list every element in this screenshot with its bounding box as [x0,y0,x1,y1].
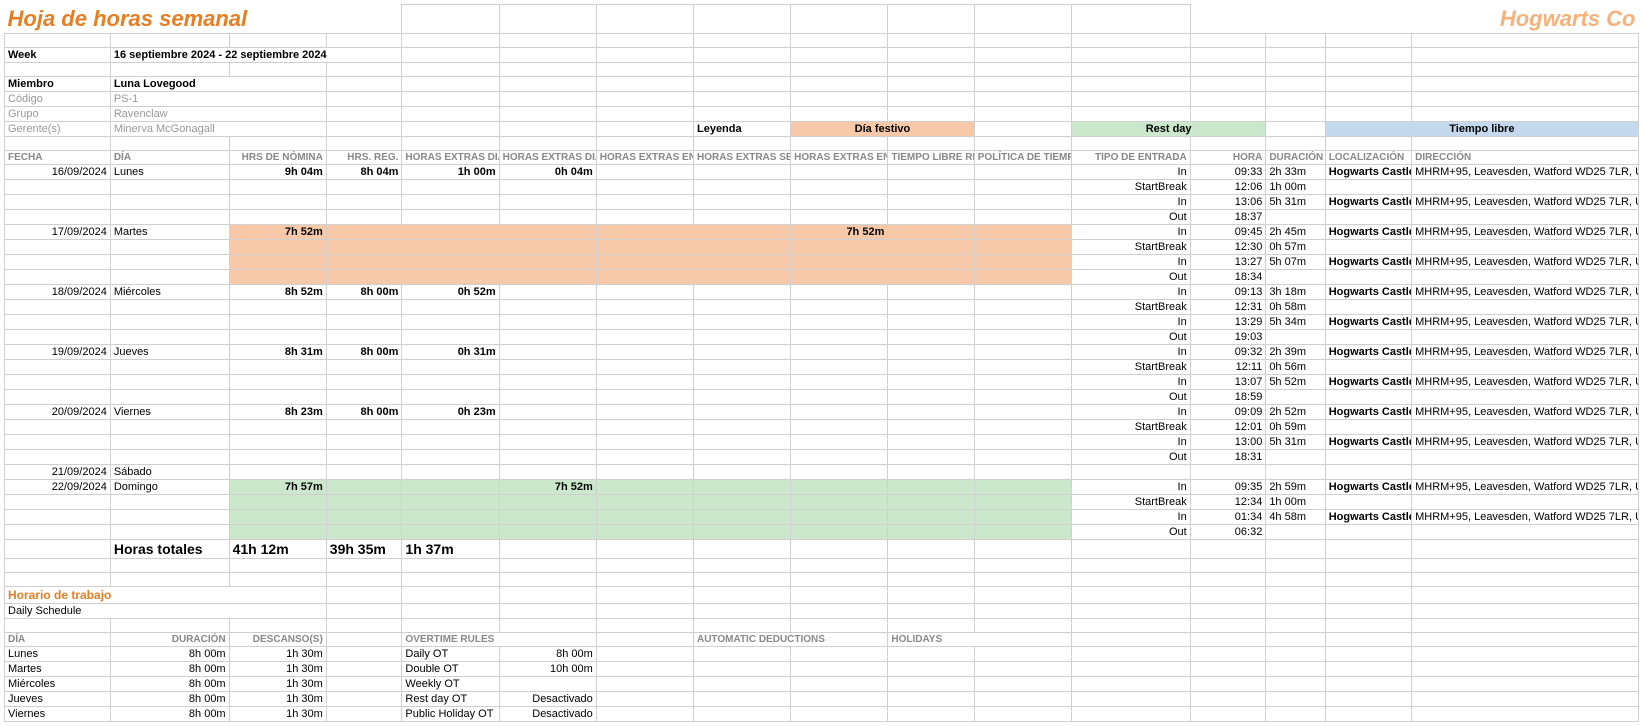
entry-type: In [1071,434,1190,449]
entry-type: In [1071,194,1190,209]
entry-type: StartBreak [1071,494,1190,509]
entry-type: In [1071,404,1190,419]
date-cell: 18/09/2024 [5,284,111,299]
day-name: Viernes [110,404,229,419]
day-name: Jueves [110,344,229,359]
timesheet-grid: Hoja de horas semanal Hogwarts Co Week16 s… [4,4,1639,722]
member-group: Ravenclaw [110,106,326,121]
entry-type: In [1071,164,1190,179]
day-name: Sábado [110,464,229,479]
schedule-subtitle: Daily Schedule [5,603,327,618]
date-cell: 22/09/2024 [5,479,111,494]
entry-type: Out [1071,449,1190,464]
entry-type: StartBreak [1071,179,1190,194]
date-cell: 16/09/2024 [5,164,111,179]
entry-type: StartBreak [1071,419,1190,434]
member-manager: Minerva McGonagall [110,121,326,136]
member-name: Luna Lovegood [110,76,326,91]
entry-type: Out [1071,329,1190,344]
member-label: Miembro [5,76,111,91]
legend-timeoff: Tiempo libre [1325,121,1638,136]
date-cell: 20/09/2024 [5,404,111,419]
entry-type: In [1071,314,1190,329]
member-code: PS-1 [110,91,326,106]
date-cell: 21/09/2024 [5,464,111,479]
page-title: Hoja de horas semanal [5,5,402,34]
legend-holiday: Día festivo [791,121,975,136]
company-name: Hogwarts Co [1190,5,1638,34]
date-cell: 19/09/2024 [5,344,111,359]
day-name: Martes [110,224,229,239]
entry-type: In [1071,284,1190,299]
entry-type: In [1071,374,1190,389]
entry-type: In [1071,344,1190,359]
entry-type: In [1071,224,1190,239]
totals-label: Horas totales [110,539,229,558]
entry-type: Out [1071,269,1190,284]
entry-type: Out [1071,209,1190,224]
entry-type: In [1071,479,1190,494]
entry-type: StartBreak [1071,239,1190,254]
schedule-title: Horario de trabajo [5,586,327,603]
entry-type: StartBreak [1071,299,1190,314]
day-name: Domingo [110,479,229,494]
entry-type: StartBreak [1071,359,1190,374]
week-label: Week [5,47,111,62]
day-name: Miércoles [110,284,229,299]
date-cell: 17/09/2024 [5,224,111,239]
week-range: 16 septiembre 2024 - 22 septiembre 2024 [110,47,402,62]
legend-title: Leyenda [693,121,790,136]
legend-restday: Rest day [1071,121,1265,136]
entry-type: In [1071,254,1190,269]
entry-type: In [1071,509,1190,524]
entry-type: Out [1071,524,1190,539]
entry-type: Out [1071,389,1190,404]
day-name: Lunes [110,164,229,179]
